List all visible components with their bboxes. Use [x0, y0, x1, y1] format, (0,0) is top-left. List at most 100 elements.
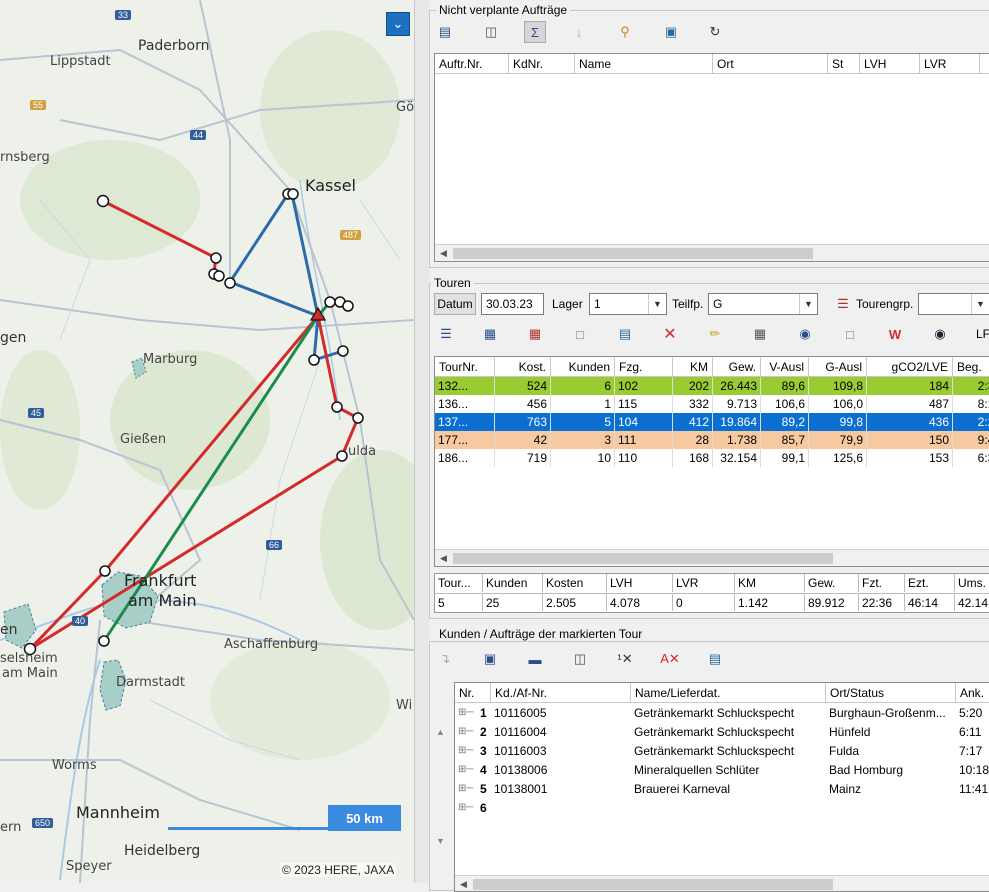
customer-kd-nr: 10116004: [494, 725, 547, 739]
column-header[interactable]: KdNr.: [509, 54, 575, 74]
table-edit-icon[interactable]: ▦: [481, 325, 499, 343]
bed-icon[interactable]: ▬: [526, 650, 544, 668]
move-down-icon[interactable]: ▼: [436, 836, 445, 846]
customer-row[interactable]: ⊞─ 5 10138001 Brauerei Karneval Mainz 11:41: [455, 780, 989, 798]
scroll-left-icon[interactable]: ◀: [435, 245, 452, 261]
scroll-thumb[interactable]: [473, 879, 833, 890]
customer-kd-nr: 10116005: [494, 706, 547, 720]
tours-hscrollbar[interactable]: ◀: [435, 549, 989, 566]
orders-table[interactable]: Auftr.Nr. KdNr. Name Ort St LVH LVR ◀: [434, 53, 989, 262]
customer-row[interactable]: ⊞─ 4 10138006 Mineralquellen Schlüter Bad Ho…: [455, 761, 989, 779]
column-header[interactable]: Nr.: [455, 683, 491, 703]
table-remove-icon[interactable]: ▦: [526, 325, 544, 343]
column-header[interactable]: Ort/Status: [826, 683, 956, 703]
orders-hscrollbar[interactable]: ◀: [435, 244, 989, 261]
splitter[interactable]: [414, 0, 430, 883]
tour-row[interactable]: 177...423111281.73885,779,91509:48: [435, 431, 989, 449]
column-header[interactable]: Ank.: [956, 683, 989, 703]
column-header[interactable]: Kost.: [495, 357, 551, 377]
teilfp-select[interactable]: G ▼: [708, 293, 818, 315]
column-header[interactable]: Fzg.: [615, 357, 673, 377]
tour-cell: 524: [495, 377, 551, 395]
orders-group-title: Nicht verplante Aufträge: [436, 3, 571, 17]
map-options-dropdown[interactable]: ⌄: [386, 12, 410, 36]
arrow-down-icon[interactable]: ↓: [570, 23, 588, 41]
column-header[interactable]: Auftr.Nr.: [435, 54, 509, 74]
magnifier-icon[interactable]: ⚲: [616, 23, 634, 41]
list-icon[interactable]: ☰: [437, 325, 455, 343]
scroll-thumb[interactable]: [453, 553, 833, 564]
route-map[interactable]: 33 55 44 487 45 66 40 650 Paderborn Lipp…: [0, 0, 414, 883]
column-header[interactable]: LVH: [860, 54, 920, 74]
tour-row[interactable]: 136...45611153329.713106,6106,04878:12: [435, 395, 989, 413]
customer-nr: 5: [480, 782, 487, 796]
tourengrp-select[interactable]: ▼: [918, 293, 989, 315]
tree-expand-icon[interactable]: ⊞─: [455, 799, 479, 817]
document-icon[interactable]: □: [841, 325, 859, 343]
tour-cell: 115: [615, 395, 673, 413]
datum-button[interactable]: Datum: [434, 293, 476, 315]
lf-label[interactable]: LF: [976, 323, 989, 345]
column-header[interactable]: St: [828, 54, 860, 74]
new-document-icon[interactable]: □: [571, 325, 589, 343]
column-header[interactable]: V-Ausl: [761, 357, 809, 377]
customer-ort: Burghaun-Großenm...: [829, 706, 946, 720]
column-header[interactable]: Name/Lieferdat.: [631, 683, 826, 703]
column-header[interactable]: KM: [673, 357, 713, 377]
delete-x-icon[interactable]: ✕: [661, 325, 679, 343]
chart-icon[interactable]: ▤: [616, 325, 634, 343]
column-header[interactable]: Gew.: [713, 357, 761, 377]
column-header[interactable]: Beg.: [953, 357, 989, 377]
tours-table[interactable]: TourNr. Kost. Kunden Fzg. KM Gew. V-Ausl…: [434, 356, 989, 567]
date-field[interactable]: 30.03.23: [481, 293, 544, 315]
road-badge: 487: [340, 230, 362, 240]
globe-icon[interactable]: ◉: [931, 325, 949, 343]
customers-hscrollbar[interactable]: ◀: [455, 875, 989, 891]
w-logo-icon[interactable]: W: [886, 325, 904, 343]
scroll-left-icon[interactable]: ◀: [455, 876, 472, 891]
document-search-icon[interactable]: ◫: [571, 650, 589, 668]
one-x-icon[interactable]: ¹✕: [616, 650, 634, 668]
column-header[interactable]: TourNr.: [435, 357, 495, 377]
customer-row[interactable]: ⊞─ 1 10116005 Getränkemarkt Schluckspecht Bu…: [455, 704, 989, 722]
tour-row[interactable]: 186...7191011016832.15499,1125,61536:33: [435, 449, 989, 467]
truck-icon[interactable]: ▣: [481, 650, 499, 668]
summary-value: 0: [673, 593, 735, 611]
column-header[interactable]: Kd./Af-Nr.: [491, 683, 631, 703]
customer-ort: Hünfeld: [829, 725, 871, 739]
chevron-down-icon: ⌄: [392, 16, 404, 31]
document-search-icon[interactable]: ◫: [482, 23, 500, 41]
tree-expand-icon[interactable]: ⊞─: [455, 761, 479, 779]
lager-select[interactable]: 1 ▼: [589, 293, 667, 315]
chart-icon[interactable]: ▤: [706, 650, 724, 668]
move-up-icon[interactable]: ▲: [436, 727, 445, 737]
customer-row[interactable]: ⊞─ 6: [455, 799, 989, 817]
tour-row[interactable]: 137...763510441219.86489,299,84362:29: [435, 413, 989, 431]
eye-icon[interactable]: ◉: [796, 325, 814, 343]
column-header[interactable]: Name: [575, 54, 713, 74]
column-header[interactable]: Ort: [713, 54, 828, 74]
calculator-icon[interactable]: ▦: [751, 325, 769, 343]
window-add-icon[interactable]: ▣: [662, 23, 680, 41]
summary-value: 4.078: [607, 593, 673, 611]
customers-table[interactable]: Nr. Kd./Af-Nr. Name/Lieferdat. Ort/Statu…: [454, 682, 989, 892]
tree-expand-icon[interactable]: ⊞─: [455, 704, 479, 722]
tree-expand-icon[interactable]: ⊞─: [455, 780, 479, 798]
sum-icon[interactable]: Σ: [524, 21, 546, 43]
pen-icon[interactable]: ✏: [706, 325, 724, 343]
scroll-thumb[interactable]: [453, 248, 813, 259]
tree-expand-icon[interactable]: ⊞─: [455, 742, 479, 760]
customer-row[interactable]: ⊞─ 3 10116003 Getränkemarkt Schluckspecht Fu…: [455, 742, 989, 760]
stack-icon[interactable]: ▤: [436, 23, 454, 41]
column-header[interactable]: G-Ausl: [809, 357, 867, 377]
text-delete-icon[interactable]: A✕: [660, 650, 680, 668]
column-header[interactable]: LVR: [920, 54, 980, 74]
column-header[interactable]: Kunden: [551, 357, 615, 377]
column-header[interactable]: gCO2/LVE: [867, 357, 953, 377]
customer-row[interactable]: ⊞─ 2 10116004 Getränkemarkt Schluckspecht Hü…: [455, 723, 989, 741]
scroll-left-icon[interactable]: ◀: [435, 550, 452, 566]
tour-row[interactable]: 132...524610220226.44389,6109,81842:39: [435, 377, 989, 395]
refresh-icon[interactable]: ↻: [706, 23, 724, 41]
arrow-down-right-icon[interactable]: ↴: [436, 650, 454, 668]
tree-expand-icon[interactable]: ⊞─: [455, 723, 479, 741]
